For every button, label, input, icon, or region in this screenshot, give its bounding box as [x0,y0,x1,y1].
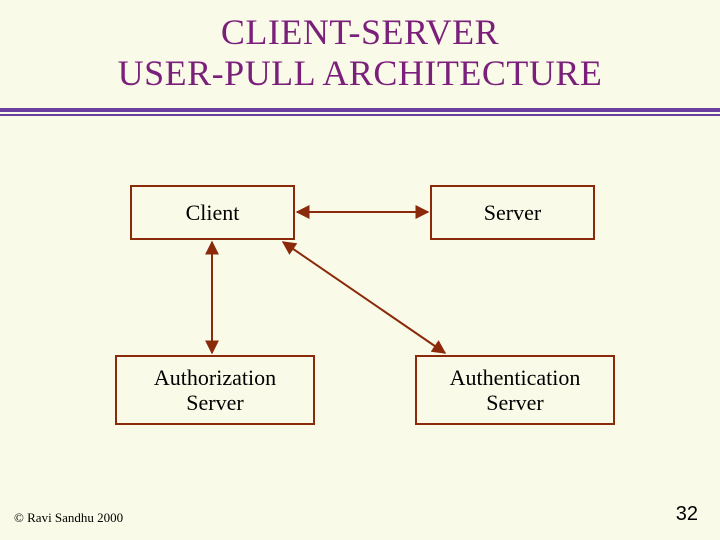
box-authz-label: Authorization Server [154,365,276,416]
page-number: 32 [676,503,698,526]
page-number-text: 32 [676,503,698,525]
box-client: Client [130,185,295,240]
arrow-client-authn [283,242,445,353]
title-line-1: CLIENT-SERVER [221,12,499,52]
box-authentication-server: Authentication Server [415,355,615,425]
box-server: Server [430,185,595,240]
copyright-text: © Ravi Sandhu 2000 [14,510,123,525]
slide: CLIENT-SERVER USER-PULL ARCHITECTURE Cli… [0,0,720,540]
box-server-label: Server [484,200,541,225]
slide-title: CLIENT-SERVER USER-PULL ARCHITECTURE [0,0,720,95]
box-client-label: Client [186,200,240,225]
title-line-2: USER-PULL ARCHITECTURE [118,53,603,93]
rule-thick [0,108,720,112]
rule-thin [0,114,720,116]
title-rule [0,108,720,116]
copyright: © Ravi Sandhu 2000 [14,510,123,526]
box-authorization-server: Authorization Server [115,355,315,425]
box-authn-label: Authentication Server [450,365,581,416]
